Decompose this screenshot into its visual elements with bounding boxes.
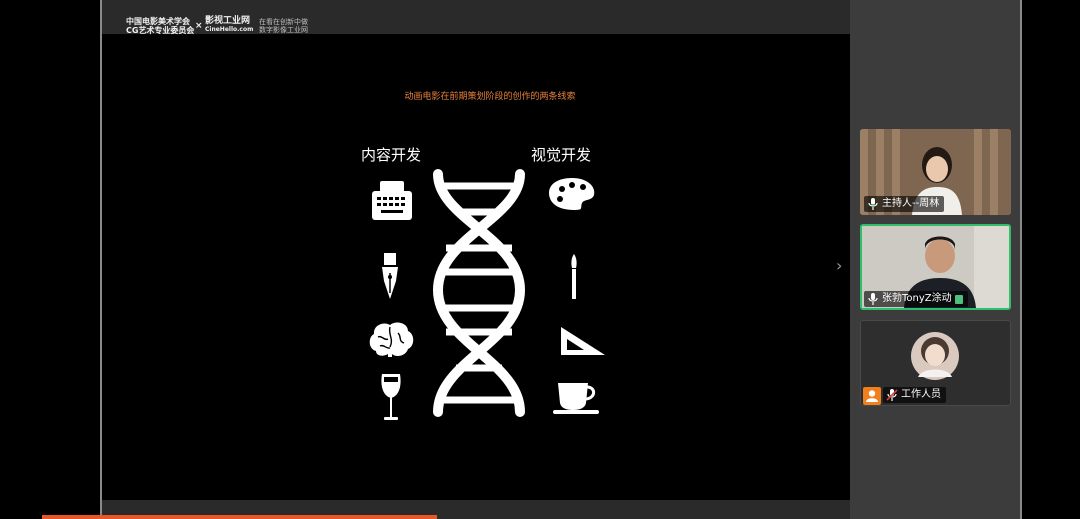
- microphone-icon: [868, 198, 878, 210]
- coffee-cup-icon: [553, 383, 599, 414]
- paintbrush-icon: [571, 254, 577, 299]
- microphone-muted-icon: [886, 389, 898, 401]
- right-margin: [1022, 0, 1080, 519]
- cg-logo: 中国电影美术学会 CG艺术专业委员会: [126, 17, 194, 35]
- staff-avatar: [911, 332, 959, 380]
- brand-name: 影视工业网: [205, 16, 251, 26]
- participant-tile-host[interactable]: 主持人--周林: [860, 129, 1011, 215]
- participant-name-tag: 主持人--周林: [864, 196, 945, 212]
- participant-name: 工作人员: [901, 389, 941, 400]
- fountain-pen-icon: [382, 253, 398, 299]
- screen-share-status-icon: [954, 294, 963, 304]
- participant-tile-staff[interactable]: 工作人员: [860, 320, 1011, 406]
- share-progress-bar: [42, 515, 437, 519]
- user-avatar-icon: [863, 387, 881, 405]
- dna-helix-icon: [432, 169, 526, 417]
- visual-dev-heading: 视觉开发: [531, 146, 592, 164]
- tagline-line-2: 数字影像工业网: [259, 26, 308, 34]
- chevron-right-icon[interactable]: ›: [836, 256, 842, 275]
- microphone-icon: [868, 293, 878, 305]
- logo-separator: ×: [195, 21, 203, 31]
- logo-line-2: CG艺术专业委员会: [126, 26, 195, 35]
- participant-name: 主持人--周林: [882, 198, 940, 209]
- cinehello-logo: 影视工业网 CineHello.com: [205, 17, 253, 34]
- participant-name-tag: 工作人员: [883, 387, 946, 403]
- wine-glass-icon: [381, 374, 401, 420]
- slide-header-bar: 中国电影美术学会 CG艺术专业委员会 × 影视工业网 CineHello.com…: [102, 0, 850, 35]
- typewriter-icon: [372, 181, 412, 220]
- participant-name-tag: 张勃TonyZ涂动: [864, 291, 968, 307]
- set-square-icon: [561, 327, 605, 355]
- slide-title: 动画电影在前期策划阶段的创作的两条线索: [404, 92, 576, 102]
- participant-name: 张勃TonyZ涂动: [882, 293, 952, 304]
- content-dev-heading: 内容开发: [361, 146, 422, 164]
- brain-icon: [369, 322, 414, 357]
- left-margin: [0, 0, 101, 519]
- paint-palette-icon: [549, 178, 595, 210]
- logo-line-1: 中国电影美术学会: [126, 17, 190, 26]
- brand-url: CineHello.com: [205, 26, 254, 33]
- tagline-line-1: 在看在创新中做: [259, 18, 308, 26]
- person-icon: [866, 390, 878, 402]
- participant-tile-speaker[interactable]: 张勃TonyZ涂动: [860, 224, 1011, 310]
- header-tagline: 在看在创新中做 数字影像工业网: [259, 18, 308, 34]
